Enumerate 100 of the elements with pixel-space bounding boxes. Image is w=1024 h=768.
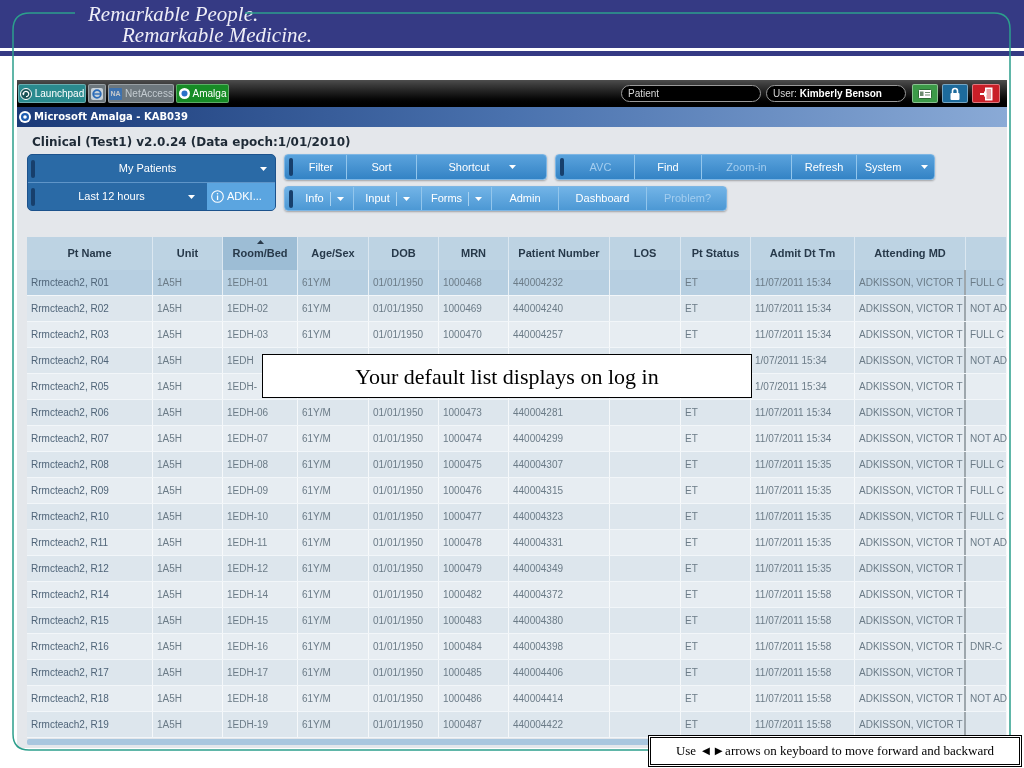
table-cell: 01/01/1950 bbox=[369, 712, 439, 737]
window-title: Microsoft Amalga - KAB039 bbox=[34, 112, 188, 122]
table-cell: 440004232 bbox=[509, 270, 610, 295]
table-cell: 01/01/1950 bbox=[369, 530, 439, 555]
table-cell: ET bbox=[681, 322, 751, 347]
table-cell: 1A5H bbox=[153, 530, 223, 555]
table-cell: 61Y/M bbox=[298, 400, 369, 425]
table-cell: 1000479 bbox=[439, 556, 509, 581]
table-cell: 440004257 bbox=[509, 322, 610, 347]
table-cell: Rrmcteach2, R01 bbox=[27, 270, 153, 295]
table-cell: 1000477 bbox=[439, 504, 509, 529]
table-cell: 61Y/M bbox=[298, 452, 369, 477]
table-cell: 1EDH-16 bbox=[223, 634, 298, 659]
table-cell: 1A5H bbox=[153, 686, 223, 711]
table-cell: 1EDH-09 bbox=[223, 478, 298, 503]
table-cell: 1000483 bbox=[439, 608, 509, 633]
table-cell: Rrmcteach2, R18 bbox=[27, 686, 153, 711]
table-cell: 1000482 bbox=[439, 582, 509, 607]
table-cell: 1A5H bbox=[153, 712, 223, 737]
table-cell: 440004315 bbox=[509, 478, 610, 503]
table-cell: 1A5H bbox=[153, 322, 223, 347]
table-cell: 1EDH-17 bbox=[223, 660, 298, 685]
table-cell: 1EDH-03 bbox=[223, 322, 298, 347]
table-cell: 01/01/1950 bbox=[369, 322, 439, 347]
table-cell: 01/01/1950 bbox=[369, 556, 439, 581]
table-cell: 440004414 bbox=[509, 686, 610, 711]
table-cell: Rrmcteach2, R16 bbox=[27, 634, 153, 659]
table-cell: 11/07/2011 15:58 bbox=[751, 686, 855, 711]
table-cell: Rrmcteach2, R05 bbox=[27, 374, 153, 399]
table-cell: NOT AD bbox=[966, 426, 1007, 451]
table-cell: 61Y/M bbox=[298, 270, 369, 295]
table-cell: 11/07/2011 15:35 bbox=[751, 530, 855, 555]
table-cell: 01/01/1950 bbox=[369, 296, 439, 321]
table-cell: ET bbox=[681, 400, 751, 425]
table-cell: FULL C bbox=[966, 270, 1007, 295]
table-cell: 1A5H bbox=[153, 660, 223, 685]
table-cell: Rrmcteach2, R17 bbox=[27, 660, 153, 685]
table-cell: 440004349 bbox=[509, 556, 610, 581]
table-cell: FULL C bbox=[966, 478, 1007, 503]
table-cell: ET bbox=[681, 660, 751, 685]
table-cell: 1A5H bbox=[153, 504, 223, 529]
table-cell: ET bbox=[681, 296, 751, 321]
table-cell: Rrmcteach2, R03 bbox=[27, 322, 153, 347]
table-cell: 1000475 bbox=[439, 452, 509, 477]
table-cell: 01/01/1950 bbox=[369, 452, 439, 477]
table-cell: ET bbox=[681, 530, 751, 555]
table-cell: 440004331 bbox=[509, 530, 610, 555]
table-cell: 1EDH-11 bbox=[223, 530, 298, 555]
table-cell: 61Y/M bbox=[298, 582, 369, 607]
table-cell: 11/07/2011 15:58 bbox=[751, 660, 855, 685]
table-cell: 61Y/M bbox=[298, 686, 369, 711]
table-cell: 01/01/1950 bbox=[369, 686, 439, 711]
table-cell: 61Y/M bbox=[298, 712, 369, 737]
table-cell: 11/07/2011 15:34 bbox=[751, 296, 855, 321]
table-cell: ET bbox=[681, 426, 751, 451]
table-cell: Rrmcteach2, R12 bbox=[27, 556, 153, 581]
table-cell: FULL C bbox=[966, 504, 1007, 529]
table-cell: ET bbox=[681, 478, 751, 503]
table-cell: Rrmcteach2, R04 bbox=[27, 348, 153, 373]
table-cell: DNR-C bbox=[966, 634, 1007, 659]
table-cell: 1000478 bbox=[439, 530, 509, 555]
table-cell: 440004398 bbox=[509, 634, 610, 659]
table-cell: NOT AD bbox=[966, 348, 1007, 373]
table-cell: FULL C bbox=[966, 322, 1007, 347]
table-cell: 1EDH-12 bbox=[223, 556, 298, 581]
keyboard-hint-tooltip: Use ◄►arrows on keyboard to move forward and backward bbox=[648, 735, 1022, 767]
table-cell: 11/07/2011 15:34 bbox=[751, 426, 855, 451]
table-cell: Rrmcteach2, R11 bbox=[27, 530, 153, 555]
table-cell: 1000487 bbox=[439, 712, 509, 737]
table-cell: Rrmcteach2, R08 bbox=[27, 452, 153, 477]
table-cell: 1EDH-18 bbox=[223, 686, 298, 711]
table-cell: Rrmcteach2, R10 bbox=[27, 504, 153, 529]
table-cell: 1A5H bbox=[153, 426, 223, 451]
table-cell: 1000473 bbox=[439, 400, 509, 425]
table-cell: 1000485 bbox=[439, 660, 509, 685]
table-cell: 01/01/1950 bbox=[369, 270, 439, 295]
table-cell: 1EDH-01 bbox=[223, 270, 298, 295]
table-cell: 01/01/1950 bbox=[369, 582, 439, 607]
table-cell: ET bbox=[681, 608, 751, 633]
table-cell: 440004422 bbox=[509, 712, 610, 737]
table-cell: 440004406 bbox=[509, 660, 610, 685]
table-cell: 1EDH-10 bbox=[223, 504, 298, 529]
table-cell: 1A5H bbox=[153, 270, 223, 295]
table-cell: 1000470 bbox=[439, 322, 509, 347]
table-cell: ET bbox=[681, 504, 751, 529]
table-cell: 1A5H bbox=[153, 478, 223, 503]
table-cell: 11/07/2011 15:35 bbox=[751, 478, 855, 503]
table-cell: Rrmcteach2, R02 bbox=[27, 296, 153, 321]
table-cell: 01/01/1950 bbox=[369, 634, 439, 659]
table-cell: 1A5H bbox=[153, 296, 223, 321]
page-heading: Clinical (Test1) v2.0.24 (Data epoch:1/01/2010) bbox=[32, 134, 351, 151]
table-cell: 01/01/1950 bbox=[369, 504, 439, 529]
table-cell: Rrmcteach2, R14 bbox=[27, 582, 153, 607]
table-cell: 1EDH-08 bbox=[223, 452, 298, 477]
table-cell: Rrmcteach2, R09 bbox=[27, 478, 153, 503]
table-cell: 11/07/2011 15:35 bbox=[751, 504, 855, 529]
table-cell: 1EDH-06 bbox=[223, 400, 298, 425]
table-cell: NOT AD bbox=[966, 530, 1007, 555]
table-cell: ET bbox=[681, 270, 751, 295]
table-cell: 01/01/1950 bbox=[369, 608, 439, 633]
